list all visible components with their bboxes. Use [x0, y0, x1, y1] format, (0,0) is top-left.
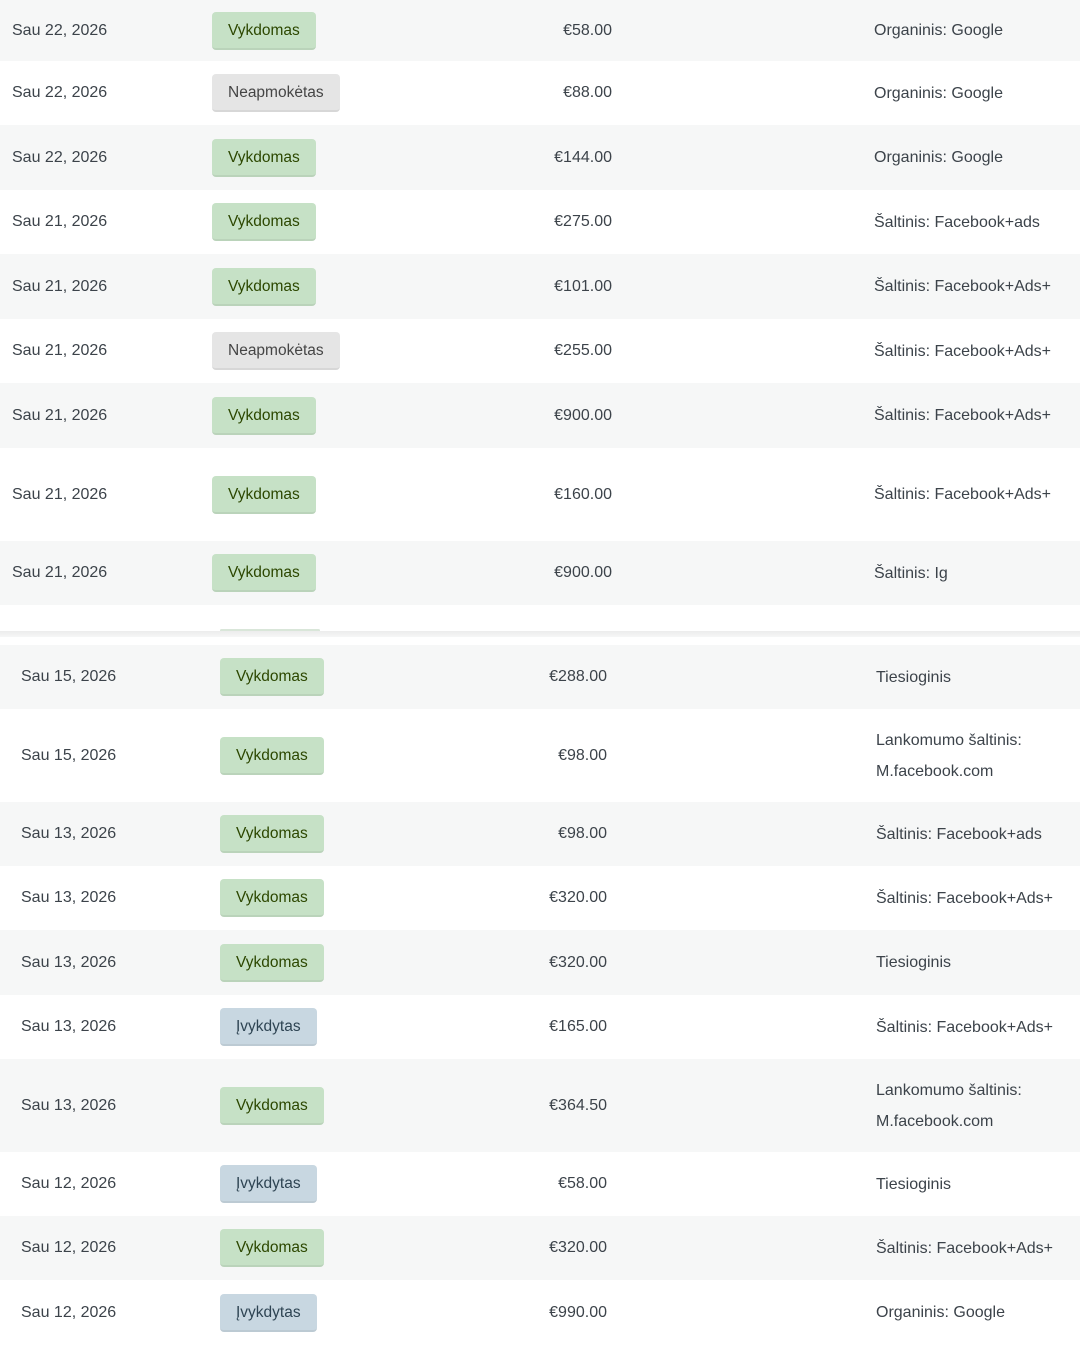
order-total: €900.00	[554, 564, 612, 581]
table-row[interactable]: Sau 21, 2026 Vykdomas €275.00 Šaltinis: Fac…	[0, 190, 1080, 254]
order-origin: Tiesioginis	[876, 1175, 951, 1193]
order-total: €320.00	[549, 1239, 607, 1256]
table-row[interactable]: Sau 12, 2026 Įvykdytas €990.00 Organinis: G…	[0, 1280, 1080, 1345]
orders-table-top: Sau 22, 2026 Vykdomas €58.00 Organinis: Goo…	[0, 0, 1080, 605]
order-total: €288.00	[549, 668, 607, 685]
table-row[interactable]: Sau 13, 2026 Vykdomas €320.00 Tiesioginis	[0, 930, 1080, 995]
order-total: €255.00	[554, 342, 612, 359]
order-total: €98.00	[558, 825, 607, 842]
order-total: €160.00	[554, 485, 612, 503]
order-origin: Šaltinis: Ig	[874, 564, 948, 582]
order-origin: Organinis: Google	[874, 84, 1003, 102]
order-total: €990.00	[549, 1303, 607, 1321]
order-origin: Organinis: Google	[874, 149, 1003, 166]
order-total: €320.00	[549, 889, 607, 906]
order-total: €101.00	[554, 277, 612, 295]
table-row[interactable]: Sau 21, 2026 Neapmokėtas €255.00 Šaltinis: …	[0, 319, 1080, 383]
order-origin: Lankomumo šaltinis: M.facebook.com	[876, 1081, 1022, 1130]
order-origin: Tiesioginis	[876, 954, 951, 971]
order-origin: Tiesioginis	[876, 668, 951, 686]
orders-table-bottom: Sau 15, 2026 Vykdomas €288.00 Tiesioginis Sa…	[0, 645, 1080, 1345]
table-row[interactable]: Sau 21, 2026 Vykdomas €900.00 Šaltinis: Ig	[0, 541, 1080, 605]
order-total: €88.00	[563, 84, 612, 101]
table-row[interactable]: Sau 12, 2026 Įvykdytas €58.00 Tiesioginis	[0, 1152, 1080, 1216]
order-origin: Šaltinis: Facebook+Ads+	[876, 1239, 1053, 1257]
order-origin: Organinis: Google	[874, 22, 1003, 39]
order-total: €58.00	[558, 1175, 607, 1192]
order-origin: Šaltinis: Facebook+Ads+	[874, 407, 1051, 424]
order-total: €98.00	[558, 746, 607, 764]
order-origin: Šaltinis: Facebook+Ads+	[874, 486, 1051, 503]
order-origin: Šaltinis: Facebook+ads	[874, 213, 1040, 231]
order-total: €320.00	[549, 953, 607, 971]
table-row[interactable]: Sau 12, 2026 Vykdomas €320.00 Šaltinis: Fac…	[0, 1216, 1080, 1280]
table-row[interactable]: Sau 13, 2026 Vykdomas €98.00 Šaltinis: Face…	[0, 802, 1080, 866]
table-row[interactable]: Sau 21, 2026 Vykdomas €101.00 Šaltinis: Fac…	[0, 254, 1080, 319]
order-total: €900.00	[554, 406, 612, 424]
order-origin: Organinis: Google	[876, 1304, 1005, 1321]
order-origin: Lankomumo šaltinis: M.facebook.com	[876, 731, 1022, 780]
table-row[interactable]: Sau 22, 2026 Vykdomas €58.00 Organinis: Goo…	[0, 0, 1080, 61]
table-row[interactable]: Sau 21, 2026 Vykdomas €160.00 Šaltinis: Fac…	[0, 448, 1080, 541]
separator-shadow	[0, 631, 1080, 637]
order-total: €364.50	[549, 1096, 607, 1114]
order-origin: Šaltinis: Facebook+Ads+	[874, 342, 1051, 360]
order-origin: Šaltinis: Facebook+Ads+	[874, 278, 1051, 295]
scroll-separator	[0, 605, 1080, 645]
order-origin: Šaltinis: Facebook+Ads+	[876, 1018, 1053, 1036]
order-total: €165.00	[549, 1018, 607, 1035]
table-row[interactable]: Sau 22, 2026 Neapmokėtas €88.00 Organinis: …	[0, 61, 1080, 125]
order-total: €58.00	[563, 21, 612, 39]
table-row[interactable]: Sau 13, 2026 Vykdomas €364.50 Lankomumo šal…	[0, 1059, 1080, 1152]
table-row[interactable]: Sau 15, 2026 Vykdomas €288.00 Tiesioginis	[0, 645, 1080, 709]
order-origin: Šaltinis: Facebook+Ads+	[876, 889, 1053, 907]
order-origin: Šaltinis: Facebook+ads	[876, 825, 1042, 843]
table-row[interactable]: Sau 13, 2026 Įvykdytas €165.00 Šaltinis: Fa…	[0, 995, 1080, 1059]
table-row[interactable]: Sau 15, 2026 Vykdomas €98.00 Lankomumo šalt…	[0, 709, 1080, 802]
order-total: €144.00	[554, 148, 612, 166]
order-total: €275.00	[554, 213, 612, 230]
table-row[interactable]: Sau 21, 2026 Vykdomas €900.00 Šaltinis: Fac…	[0, 383, 1080, 448]
table-row[interactable]: Sau 22, 2026 Vykdomas €144.00 Organinis: Go…	[0, 125, 1080, 190]
table-row[interactable]: Sau 13, 2026 Vykdomas €320.00 Šaltinis: Fac…	[0, 866, 1080, 930]
